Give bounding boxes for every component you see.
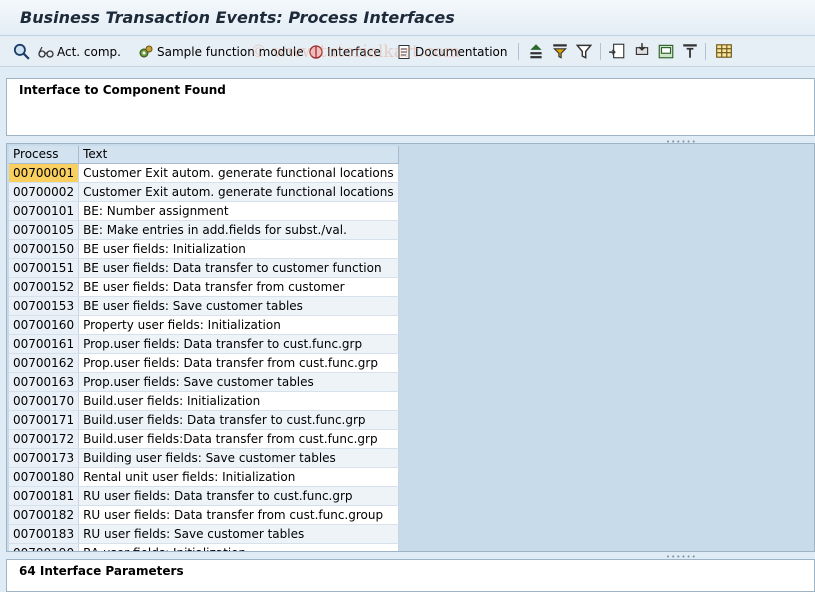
text-cell[interactable]: BE user fields: Data transfer from custo… bbox=[78, 277, 399, 297]
process-cell[interactable]: 00700153 bbox=[9, 296, 80, 316]
text-cell[interactable]: Customer Exit autom. generate functional… bbox=[78, 182, 399, 202]
text-cell[interactable]: Prop.user fields: Data transfer to cust.… bbox=[78, 334, 399, 354]
table-row[interactable]: 00700101 BE: Number assignment bbox=[9, 201, 399, 221]
table-row[interactable]: 00700153 BE user fields: Save customer ta… bbox=[9, 296, 399, 316]
toolbar-separator bbox=[705, 43, 706, 60]
table-row[interactable]: 00700152 BE user fields: Data transfer fr… bbox=[9, 277, 399, 297]
table-row[interactable]: 00700190RA user fields: Initialization bbox=[9, 543, 399, 551]
table-row[interactable]: 00700161 Prop.user fields: Data transfer … bbox=[9, 334, 399, 354]
process-cell[interactable]: 00700151 bbox=[9, 258, 80, 278]
text-cell[interactable]: BE user fields: Data transfer to custome… bbox=[78, 258, 399, 278]
table-row[interactable]: 00700171 Build.user fields: Data transfer… bbox=[9, 410, 399, 430]
text-cell[interactable]: Build.user fields:Data transfer from cus… bbox=[78, 429, 399, 449]
table-row[interactable]: 00700163 Prop.user fields: Save customer … bbox=[9, 372, 399, 392]
sample-function-module-button[interactable]: Sample function module bbox=[138, 41, 304, 62]
sort-ascending-icon[interactable] bbox=[527, 41, 545, 61]
text-cell[interactable]: Build.user fields: Data transfer to cust… bbox=[78, 410, 399, 430]
process-cell[interactable]: 00700170 bbox=[9, 391, 80, 411]
process-cell[interactable]: 00700162 bbox=[9, 353, 80, 373]
panel-heading: Interface to Component Found bbox=[19, 83, 226, 97]
table-row[interactable]: 00700183 RU user fields: Save customer ta… bbox=[9, 524, 399, 544]
document-icon bbox=[396, 44, 412, 60]
table-row[interactable]: 00700001 Customer Exit autom. generate fu… bbox=[9, 163, 399, 183]
layout-grid-icon[interactable] bbox=[715, 41, 733, 61]
text-cell[interactable]: RU user fields: Data transfer from cust.… bbox=[78, 505, 399, 525]
text-cell[interactable]: Building user fields: Save customer tabl… bbox=[78, 448, 399, 468]
text-cell[interactable]: RA user fields: Initialization bbox=[78, 543, 399, 551]
function-module-icon bbox=[138, 44, 154, 60]
text-cell[interactable]: Prop.user fields: Data transfer from cus… bbox=[78, 353, 399, 373]
table-row[interactable]: 00700105 BE: Make entries in add.fields f… bbox=[9, 220, 399, 240]
find-icon[interactable] bbox=[12, 41, 30, 61]
process-cell[interactable]: 00700183 bbox=[9, 524, 80, 544]
table-row[interactable]: 00700172 Build.user fields:Data transfer … bbox=[9, 429, 399, 449]
export-icon[interactable] bbox=[608, 41, 626, 61]
text-cell[interactable]: BE: Number assignment bbox=[78, 201, 399, 221]
text-cell[interactable]: RU user fields: Save customer tables bbox=[78, 524, 399, 544]
text-cell[interactable]: Customer Exit autom. generate functional… bbox=[78, 163, 399, 183]
text-cell[interactable]: Rental unit user fields: Initialization bbox=[78, 467, 399, 487]
sample-fm-label: Sample function module bbox=[157, 44, 304, 59]
process-cell[interactable]: 00700172 bbox=[9, 429, 80, 449]
text-cell[interactable]: Property user fields: Initialization bbox=[78, 315, 399, 335]
column-header-process[interactable]: Process bbox=[9, 146, 80, 164]
panel-heading: 64 Interface Parameters bbox=[19, 564, 184, 578]
documentation-button[interactable]: Documentation bbox=[396, 41, 508, 62]
table-row[interactable]: 00700180 Rental unit user fields: Initial… bbox=[9, 467, 399, 487]
text-cell[interactable]: RU user fields: Data transfer to cust.fu… bbox=[78, 486, 399, 506]
component-interface-panel: Interface to Component Found bbox=[6, 78, 815, 136]
process-cell[interactable]: 00700181 bbox=[9, 486, 80, 506]
process-cell[interactable]: 00700152 bbox=[9, 277, 80, 297]
text-cell[interactable]: BE user fields: Save customer tables bbox=[78, 296, 399, 316]
print-icon[interactable] bbox=[633, 41, 651, 61]
total-icon[interactable] bbox=[681, 41, 699, 61]
window-title: Business Transaction Events: Process Int… bbox=[20, 8, 455, 27]
table-row[interactable]: 00700181 RU user fields: Data transfer to… bbox=[9, 486, 399, 506]
text-cell[interactable]: Prop.user fields: Save customer tables bbox=[78, 372, 399, 392]
process-cell[interactable]: 00700190 bbox=[9, 543, 80, 551]
process-cell[interactable]: 00700182 bbox=[9, 505, 80, 525]
process-table: Process Text 00700001 Customer Exit autom… bbox=[9, 146, 399, 551]
process-cell[interactable]: 00700163 bbox=[9, 372, 80, 392]
table-row[interactable]: 00700173 Building user fields: Save custo… bbox=[9, 448, 399, 468]
table-row[interactable]: 00700002 Customer Exit autom. generate fu… bbox=[9, 182, 399, 202]
text-cell[interactable]: BE user fields: Initialization bbox=[78, 239, 399, 259]
filter-icon[interactable] bbox=[551, 41, 569, 61]
process-cell[interactable]: 00700171 bbox=[9, 410, 80, 430]
table-row[interactable]: 00700182 RU user fields: Data transfer fr… bbox=[9, 505, 399, 525]
table-row[interactable]: 00700150 BE user fields: Initialization bbox=[9, 239, 399, 259]
interface-icon bbox=[308, 44, 324, 60]
process-cell[interactable]: 00700160 bbox=[9, 315, 80, 335]
process-cell[interactable]: 00700150 bbox=[9, 239, 80, 259]
splitter-handle[interactable]: •••••• bbox=[6, 552, 815, 561]
toolbar-separator bbox=[518, 43, 519, 60]
table-row[interactable]: 00700162 Prop.user fields: Data transfer … bbox=[9, 353, 399, 373]
documentation-label: Documentation bbox=[415, 44, 508, 59]
process-cell[interactable]: 00700105 bbox=[9, 220, 80, 240]
act-comp-label: Act. comp. bbox=[57, 44, 121, 59]
table-row[interactable]: 00700170 Build.user fields: Initializatio… bbox=[9, 391, 399, 411]
process-cell[interactable]: 00700002 bbox=[9, 182, 80, 202]
interface-label: Interface bbox=[327, 44, 381, 59]
download-icon[interactable] bbox=[657, 41, 675, 61]
funnel-icon[interactable] bbox=[575, 41, 593, 61]
interface-button[interactable]: Interface bbox=[308, 41, 381, 62]
application-toolbar: Act. comp. Sample function module Interf… bbox=[0, 37, 815, 67]
glasses-icon bbox=[38, 44, 54, 60]
process-cell[interactable]: 00700101 bbox=[9, 201, 80, 221]
process-cell[interactable]: 00700173 bbox=[9, 448, 80, 468]
act-comp-button[interactable]: Act. comp. bbox=[38, 41, 121, 62]
interface-parameters-panel: 64 Interface Parameters bbox=[6, 559, 815, 592]
process-grid: Process Text 00700001 Customer Exit autom… bbox=[6, 143, 815, 552]
table-row[interactable]: 00700160 Property user fields: Initializa… bbox=[9, 315, 399, 335]
text-cell[interactable]: BE: Make entries in add.fields for subst… bbox=[78, 220, 399, 240]
title-bar: Business Transaction Events: Process Int… bbox=[0, 0, 815, 36]
process-cell[interactable]: 00700180 bbox=[9, 467, 80, 487]
process-cell[interactable]: 00700161 bbox=[9, 334, 80, 354]
process-cell[interactable]: 00700001 bbox=[9, 163, 80, 183]
text-cell[interactable]: Build.user fields: Initialization bbox=[78, 391, 399, 411]
toolbar-separator bbox=[600, 43, 601, 60]
table-row[interactable]: 00700151 BE user fields: Data transfer to… bbox=[9, 258, 399, 278]
column-header-text[interactable]: Text bbox=[78, 146, 399, 164]
